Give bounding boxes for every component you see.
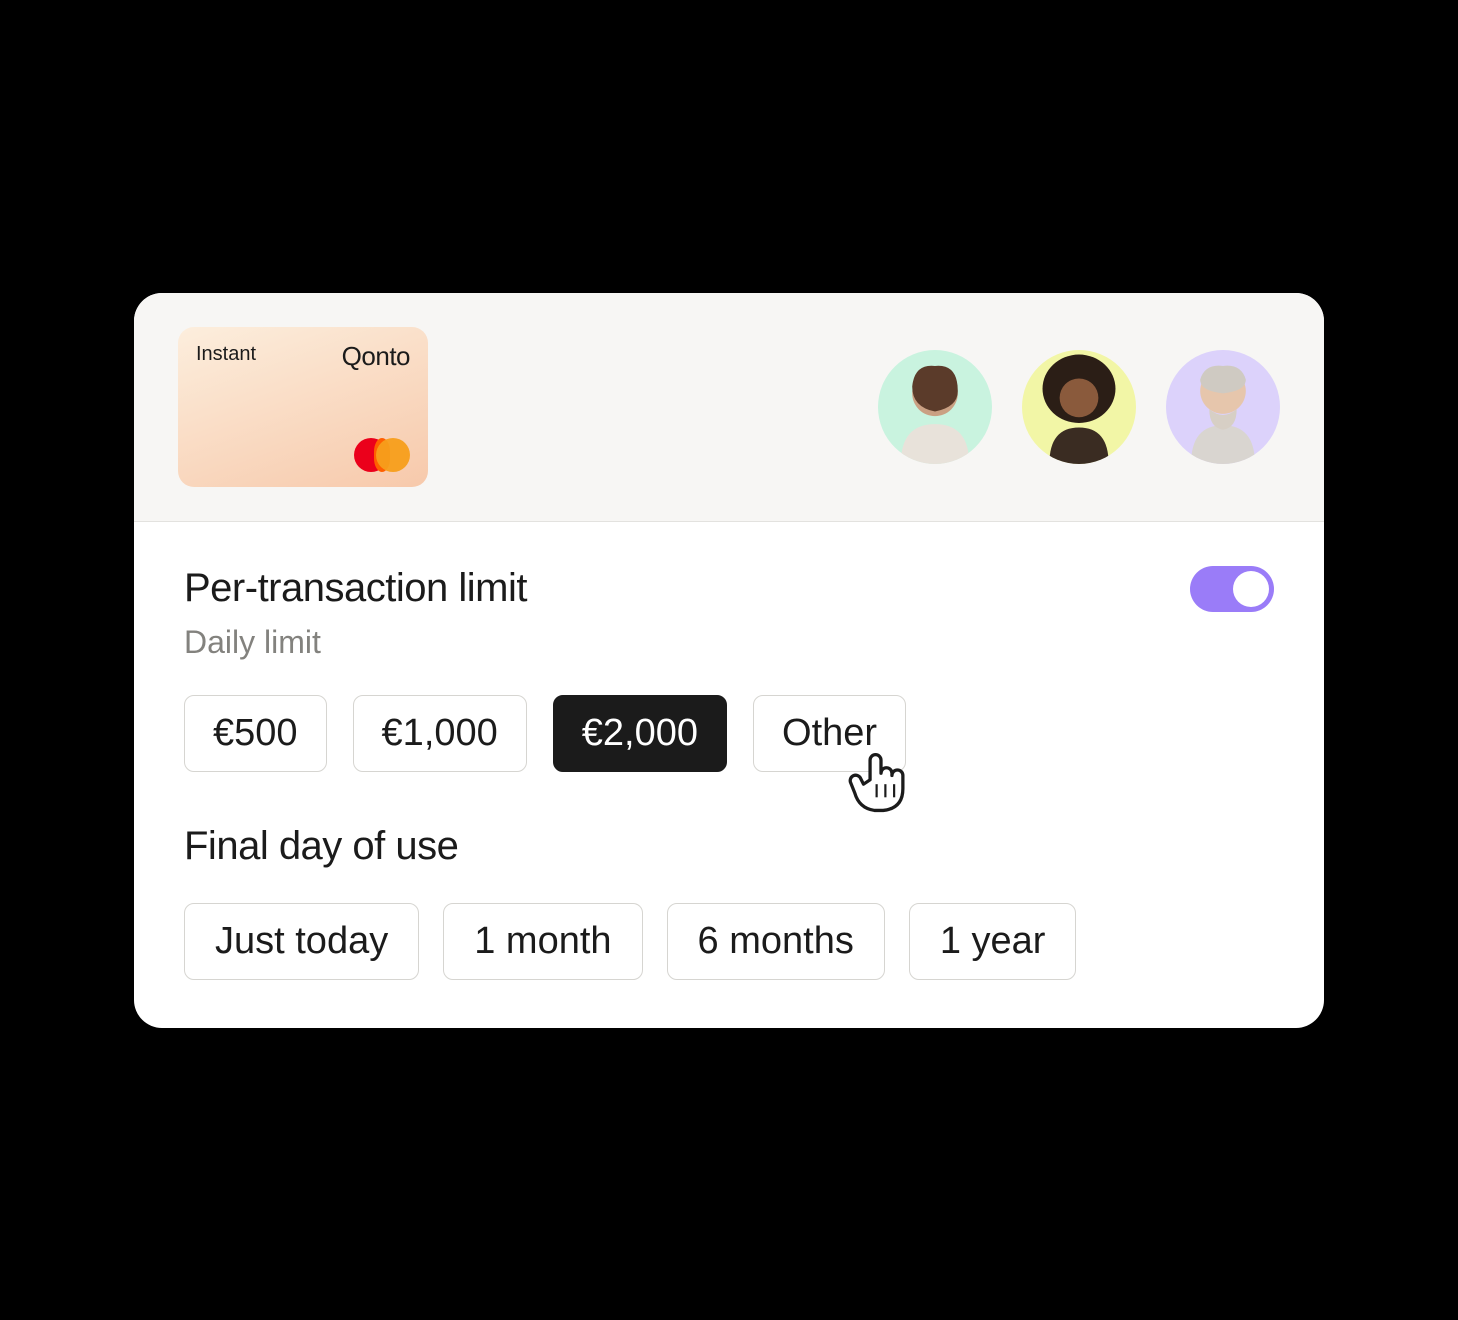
per-transaction-limit-toggle[interactable] bbox=[1190, 566, 1274, 612]
limit-option-2000[interactable]: €2,000 bbox=[553, 695, 727, 772]
duration-option-1year[interactable]: 1 year bbox=[909, 903, 1077, 980]
daily-limit-label: Daily limit bbox=[184, 624, 1274, 661]
panel-body: Per-transaction limit Daily limit €500 €… bbox=[134, 522, 1324, 1028]
payment-card-preview: Instant Qonto bbox=[178, 327, 428, 487]
avatar[interactable] bbox=[878, 350, 992, 464]
mastercard-icon bbox=[354, 437, 410, 473]
avatar[interactable] bbox=[1022, 350, 1136, 464]
per-transaction-limit-title: Per-transaction limit bbox=[184, 566, 527, 611]
limit-option-1000[interactable]: €1,000 bbox=[353, 695, 527, 772]
limit-options: €500 €1,000 €2,000 Other bbox=[184, 695, 1274, 772]
panel-header: Instant Qonto bbox=[134, 293, 1324, 522]
duration-option-6months[interactable]: 6 months bbox=[667, 903, 885, 980]
limit-option-other[interactable]: Other bbox=[753, 695, 906, 772]
avatar[interactable] bbox=[1166, 350, 1280, 464]
settings-panel: Instant Qonto Per-transaction limit Dail… bbox=[134, 293, 1324, 1028]
duration-option-1month[interactable]: 1 month bbox=[443, 903, 642, 980]
toggle-knob-icon bbox=[1233, 571, 1269, 607]
final-day-title: Final day of use bbox=[184, 824, 1274, 869]
card-brand-label: Qonto bbox=[342, 341, 410, 372]
user-avatars bbox=[878, 350, 1280, 464]
limit-option-500[interactable]: €500 bbox=[184, 695, 327, 772]
duration-option-today[interactable]: Just today bbox=[184, 903, 419, 980]
duration-options: Just today 1 month 6 months 1 year bbox=[184, 903, 1274, 980]
